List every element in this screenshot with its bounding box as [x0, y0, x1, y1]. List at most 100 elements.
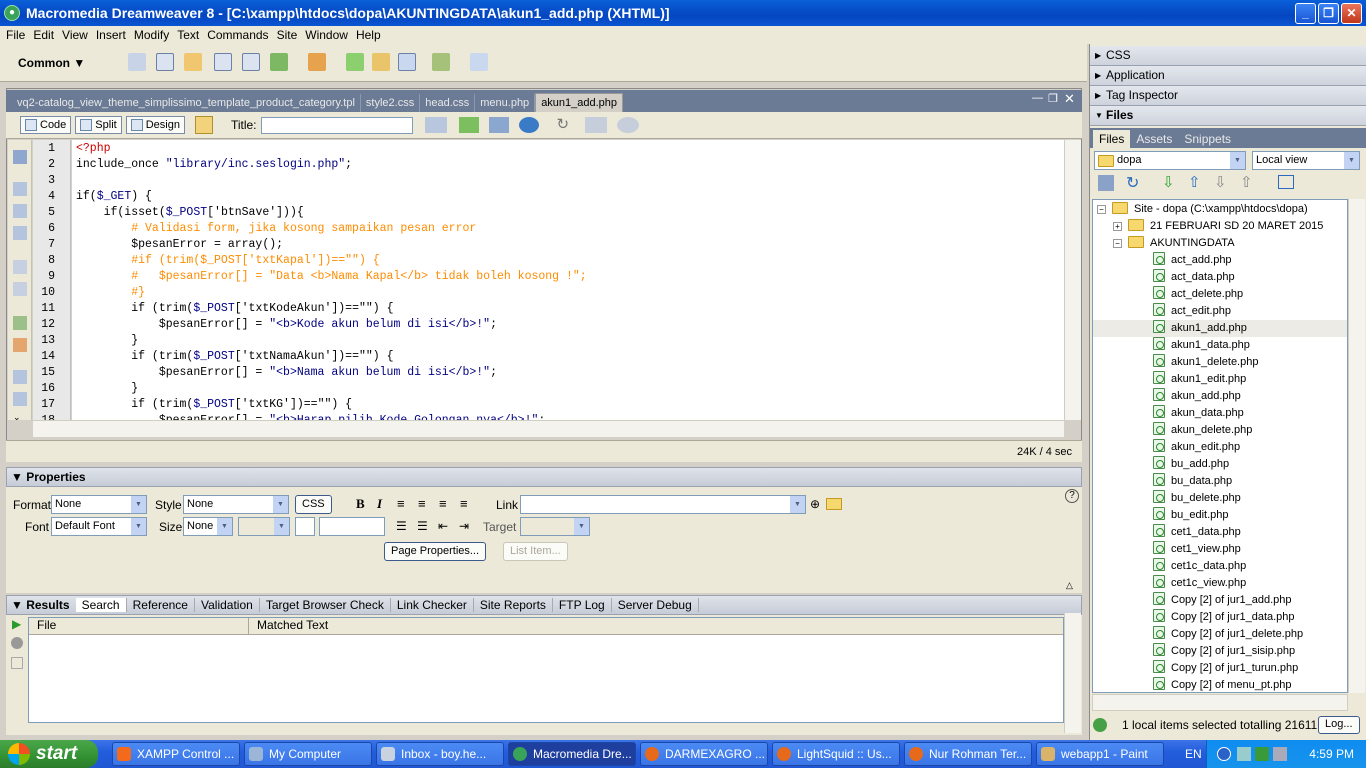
browser-check-icon[interactable]	[518, 117, 539, 133]
view-select[interactable]: Local view	[1252, 151, 1360, 170]
menu-window[interactable]: Window	[303, 28, 354, 42]
results-scrollbar[interactable]	[1064, 613, 1081, 733]
doc-close-button[interactable]: ✕	[1064, 91, 1075, 107]
tab-server-debug[interactable]: Server Debug	[612, 598, 699, 612]
connect-icon[interactable]	[1098, 175, 1114, 191]
css-button[interactable]: CSS	[295, 495, 332, 514]
restore-button[interactable]: ❐	[1318, 3, 1339, 24]
menu-insert[interactable]: Insert	[94, 28, 132, 42]
tab-target-browser-check[interactable]: Target Browser Check	[260, 598, 391, 612]
menu-modify[interactable]: Modify	[132, 28, 175, 42]
design-view-button[interactable]: Design	[125, 116, 185, 134]
tag-chooser-icon[interactable]	[470, 53, 488, 71]
collapse-full-tag-icon[interactable]	[13, 182, 27, 196]
media-icon[interactable]	[308, 53, 326, 71]
title-input[interactable]	[260, 116, 413, 134]
date-icon[interactable]	[346, 53, 364, 71]
show-hidden-icons-icon[interactable]	[1217, 747, 1231, 761]
dreamweaver-app-icon[interactable]: ●	[4, 5, 20, 21]
tab-snippets[interactable]: Snippets	[1178, 130, 1237, 148]
select-parent-tag-icon[interactable]	[13, 260, 27, 274]
file-tree-vertical-scrollbar[interactable]	[1348, 199, 1365, 693]
named-anchor-icon[interactable]	[184, 53, 202, 71]
page-properties-button[interactable]: Page Properties...	[384, 542, 487, 561]
server-side-include-icon[interactable]	[372, 53, 390, 71]
file-item[interactable]: Copy [2] of menu_pt.php	[1093, 677, 1347, 692]
layer-icon[interactable]	[242, 53, 260, 71]
file-item[interactable]: akun1_delete.php	[1093, 354, 1347, 371]
format-select[interactable]: None	[51, 495, 147, 514]
tray-network-icon[interactable]	[1237, 747, 1251, 761]
file-item[interactable]: Copy [2] of jur1_data.php	[1093, 609, 1347, 626]
task-inbox[interactable]: Inbox - boy.he...	[376, 742, 504, 766]
tab-ftp-log[interactable]: FTP Log	[553, 598, 612, 612]
start-button[interactable]: start	[0, 740, 98, 768]
file-item[interactable]: bu_data.php	[1093, 473, 1347, 490]
get-files-icon[interactable]: ⇩	[1162, 173, 1175, 191]
file-item[interactable]: akun_add.php	[1093, 388, 1347, 405]
code-line[interactable]: #if (trim($_POST['txtKapal'])=="") {	[76, 253, 379, 269]
file-item[interactable]: akun1_edit.php	[1093, 371, 1347, 388]
collapse-selection-icon[interactable]	[13, 204, 27, 218]
results-collapse-toggle[interactable]: ▼	[11, 598, 26, 612]
more-tools-icon[interactable]: ⌄	[13, 412, 27, 422]
code-line[interactable]: }	[76, 381, 138, 397]
file-item[interactable]: Copy [2] of jur1_delete.php	[1093, 626, 1347, 643]
italic-button[interactable]: I	[377, 496, 382, 512]
remove-comment-icon[interactable]	[13, 392, 27, 406]
properties-header[interactable]: ▼ Properties	[6, 467, 1082, 487]
file-item[interactable]: bu_add.php	[1093, 456, 1347, 473]
folder-item[interactable]: − AKUNTINGDATA	[1093, 235, 1347, 252]
task-my-computer[interactable]: My Computer	[244, 742, 372, 766]
apply-comment-icon[interactable]	[13, 370, 27, 384]
stop-icon[interactable]	[11, 637, 23, 649]
check-in-icon[interactable]: ⇧	[1240, 173, 1253, 191]
play-icon[interactable]: ▶	[12, 617, 21, 631]
doc-tab-head-css[interactable]: head.css	[420, 94, 476, 112]
tab-site-reports[interactable]: Site Reports	[474, 598, 553, 612]
code-vertical-scrollbar[interactable]	[1064, 140, 1081, 420]
align-center-icon[interactable]: ≡	[418, 496, 426, 511]
task-xampp[interactable]: XAMPP Control ...	[112, 742, 240, 766]
preview-in-browser-icon[interactable]	[458, 117, 479, 133]
head-icon[interactable]	[432, 53, 450, 71]
file-item[interactable]: akun1_add.php	[1093, 320, 1347, 337]
doc-restore-button[interactable]: ❐	[1048, 92, 1058, 105]
check-out-icon[interactable]: ⇩	[1214, 173, 1227, 191]
help-icon[interactable]: ?	[1065, 489, 1079, 503]
column-matched-text[interactable]: Matched Text	[249, 618, 328, 634]
task-paint[interactable]: webapp1 - Paint	[1036, 742, 1164, 766]
point-to-file-icon[interactable]: ⊕	[810, 497, 820, 511]
tag-inspector-panel-header[interactable]: Tag Inspector	[1090, 86, 1366, 106]
refresh-design-view-icon[interactable]	[488, 117, 509, 133]
code-line[interactable]: $pesanError[] = "<b>Kode akun belum di i…	[76, 317, 497, 333]
text-outdent-icon[interactable]: ⇤	[438, 519, 448, 533]
file-item[interactable]: akun_edit.php	[1093, 439, 1347, 456]
tray-antivirus-icon[interactable]	[1255, 747, 1269, 761]
link-input[interactable]	[520, 495, 806, 514]
code-line[interactable]: $pesanError[] = "<b>Harap pilih Kode Gol…	[76, 413, 545, 420]
doc-minimize-button[interactable]: —	[1032, 92, 1043, 104]
task-nur-rohman[interactable]: Nur Rohman Ter...	[904, 742, 1032, 766]
file-item[interactable]: act_edit.php	[1093, 303, 1347, 320]
menu-edit[interactable]: Edit	[31, 28, 60, 42]
collapse-icon[interactable]: −	[1097, 205, 1106, 214]
task-lightsquid[interactable]: LightSquid :: Us...	[772, 742, 900, 766]
style-select[interactable]: None	[183, 495, 289, 514]
tab-files[interactable]: Files	[1093, 130, 1131, 148]
comment-icon[interactable]	[398, 53, 416, 71]
expand-all-icon[interactable]	[13, 226, 27, 240]
task-darmexagro[interactable]: DARMEXAGRO ...	[640, 742, 768, 766]
expand-properties-icon[interactable]: △	[1066, 580, 1073, 591]
file-item[interactable]: act_add.php	[1093, 252, 1347, 269]
code-line[interactable]: }	[76, 333, 138, 349]
open-documents-icon[interactable]	[13, 150, 27, 164]
language-indicator[interactable]: EN	[1185, 747, 1202, 761]
doc-tab-style2-css[interactable]: style2.css	[361, 94, 421, 112]
tab-link-checker[interactable]: Link Checker	[391, 598, 474, 612]
code-horizontal-scrollbar[interactable]	[33, 420, 1064, 437]
file-item[interactable]: akun_data.php	[1093, 405, 1347, 422]
file-item[interactable]: cet1c_view.php	[1093, 575, 1347, 592]
site-select[interactable]: dopa	[1094, 151, 1246, 170]
code-line[interactable]: include_once "library/inc.seslogin.php";	[76, 157, 352, 173]
